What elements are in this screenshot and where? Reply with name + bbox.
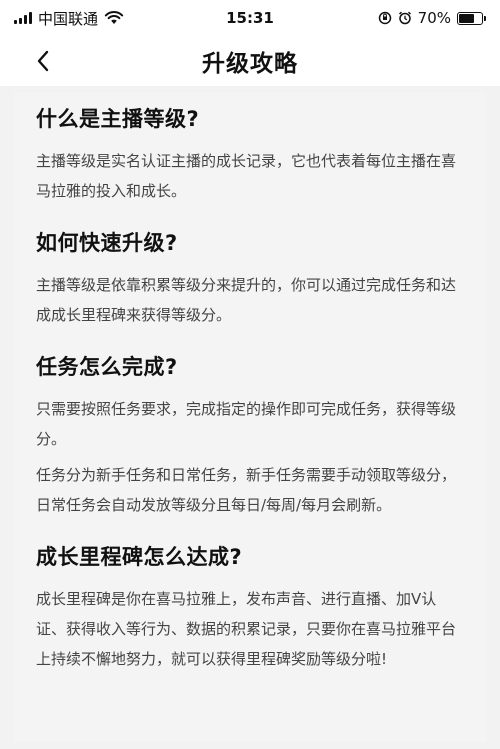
page-title: 升级攻略 <box>202 51 298 77</box>
section-paragraph: 主播等级是依靠积累等级分来提升的，你可以通过完成任务和达成成长里程碑来获得等级分… <box>36 276 457 324</box>
chevron-left-icon <box>37 50 49 72</box>
carrier-name: 中国联通 <box>38 9 99 28</box>
section-heading: 任务怎么完成? <box>36 355 178 379</box>
wifi-icon <box>104 11 124 24</box>
section-paragraph: 成长里程碑是你在喜马拉雅上，发布声音、进行直播、加V认证、获得收入等行为、数据的… <box>36 590 457 668</box>
section-what-is-anchor-level: 什么是主播等级? 主播等级是实名认证主播的成长记录，它也代表着每位主播在喜马拉雅… <box>36 104 466 206</box>
cellular-signal-icon <box>14 12 32 24</box>
section-paragraph: 任务分为新手任务和日常任务，新手任务需要手动领取等级分，日常任务会自动发放等级分… <box>36 466 457 514</box>
section-how-to-level-up: 如何快速升级? 主播等级是依靠积累等级分来提升的，你可以通过完成任务和达成成长里… <box>36 228 466 330</box>
section-heading: 什么是主播等级? <box>36 107 200 131</box>
back-button[interactable] <box>26 44 60 78</box>
section-how-to-complete-tasks: 任务怎么完成? 只需要按照任务要求，完成指定的操作即可完成任务，获得等级分。 任… <box>36 352 466 520</box>
navigation-bar: 升级攻略 <box>0 36 500 86</box>
status-right: 70% <box>378 9 486 27</box>
orientation-lock-icon <box>378 11 391 25</box>
section-paragraph: 只需要按照任务要求，完成指定的操作即可完成任务，获得等级分。 <box>36 400 457 448</box>
status-left: 中国联通 <box>14 8 124 29</box>
section-heading: 成长里程碑怎么达成? <box>36 545 243 569</box>
section-paragraph: 主播等级是实名认证主播的成长记录，它也代表着每位主播在喜马拉雅的投入和成长。 <box>36 152 457 200</box>
section-how-to-reach-milestones: 成长里程碑怎么达成? 成长里程碑是你在喜马拉雅上，发布声音、进行直播、加V认证、… <box>36 542 466 674</box>
alarm-clock-icon <box>398 11 411 25</box>
section-heading: 如何快速升级? <box>36 231 178 255</box>
status-bar: 中国联通 15:31 70% <box>0 0 500 36</box>
battery-percent: 70% <box>417 9 451 27</box>
battery-icon <box>457 11 486 25</box>
article-content: 什么是主播等级? 主播等级是实名认证主播的成长记录，它也代表着每位主播在喜马拉雅… <box>14 92 486 742</box>
